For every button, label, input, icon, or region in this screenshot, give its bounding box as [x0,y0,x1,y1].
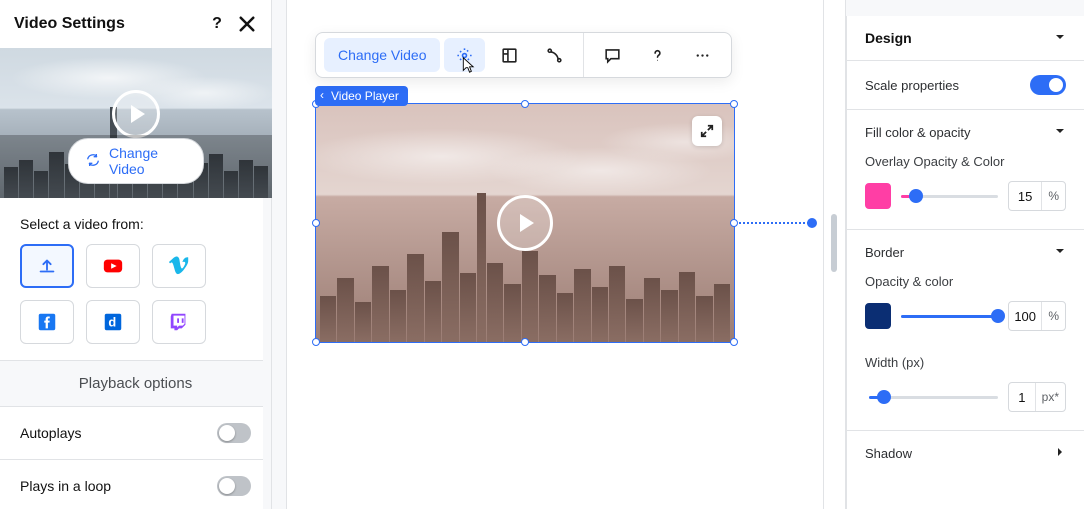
option-autoplays: Autoplays [0,407,271,460]
border-opacity-label: Opacity & color [847,264,1084,293]
overlay-color-swatch[interactable] [865,183,891,209]
source-youtube[interactable] [86,244,140,288]
shadow-section-label: Shadow [865,446,912,461]
source-twitch[interactable] [152,300,206,344]
expand-button[interactable] [692,116,722,146]
selection-breadcrumb-chip[interactable]: Video Player [315,86,408,106]
option-autoplays-label: Autoplays [20,425,81,441]
floating-toolbar: Change Video [315,32,732,78]
border-opacity-slider[interactable] [901,306,998,326]
option-loop: Plays in a loop [0,460,271,509]
toolbar-help-button[interactable] [637,38,678,72]
overlay-label: Overlay Opacity & Color [847,144,1084,173]
video-sources-grid: d [0,244,271,360]
border-width-label: Width (px) [847,345,1084,374]
alignment-guide [735,222,809,224]
svg-text:d: d [108,315,116,330]
playback-options-header: Playback options [0,360,271,407]
resize-handle[interactable] [521,100,529,108]
fill-section-label: Fill color & opacity [865,125,970,140]
video-player-element [316,104,734,342]
resize-handle[interactable] [312,219,320,227]
play-icon[interactable] [497,195,553,251]
option-loop-label: Plays in a loop [20,478,111,494]
toolbar-settings-button[interactable] [444,38,485,72]
video-preview-thumbnail: Change Video [0,48,272,198]
resize-handle[interactable] [521,338,529,346]
toolbar-more-button[interactable] [682,38,723,72]
video-settings-panel: Video Settings ? [0,0,272,509]
resize-handle[interactable] [730,338,738,346]
scale-properties-label: Scale properties [865,78,959,93]
design-section-header: Design [865,30,912,46]
select-source-label: Select a video from: [0,198,271,244]
chevron-right-icon[interactable] [1054,445,1066,461]
toolbar-layout-button[interactable] [489,38,530,72]
play-icon[interactable] [112,90,160,138]
overlay-opacity-slider[interactable] [901,186,998,206]
border-width-input[interactable]: 1 px* [1008,382,1066,412]
change-video-button[interactable]: Change Video [68,138,204,184]
resize-handle[interactable] [312,338,320,346]
toolbar-comment-button[interactable] [592,38,633,72]
resize-handle[interactable] [730,219,738,227]
source-vimeo[interactable] [152,244,206,288]
scale-properties-toggle[interactable] [1030,75,1066,95]
chevron-down-icon[interactable] [1054,124,1066,140]
border-opacity-input[interactable]: 100 % [1008,301,1066,331]
toolbar-animation-button[interactable] [534,38,575,72]
source-upload[interactable] [20,244,74,288]
editor-canvas[interactable]: Change Video [272,0,846,509]
refresh-icon [85,152,101,171]
source-dailymotion[interactable]: d [86,300,140,344]
overlay-opacity-input[interactable]: 15 % [1008,181,1066,211]
source-facebook[interactable] [20,300,74,344]
close-icon[interactable] [237,14,257,34]
loop-toggle[interactable] [217,476,251,496]
design-panel: Design Scale properties Fill color & opa… [846,0,1084,509]
alignment-guide-handle[interactable] [807,218,817,228]
toolbar-change-video-button[interactable]: Change Video [324,38,440,72]
help-icon[interactable]: ? [207,15,227,33]
change-video-label: Change Video [109,145,187,177]
chevron-down-icon[interactable] [1054,30,1066,46]
border-section-label: Border [865,245,904,260]
panel-title: Video Settings [14,15,125,33]
border-color-swatch[interactable] [865,303,891,329]
chevron-down-icon[interactable] [1054,244,1066,260]
video-element-selection[interactable] [315,103,735,343]
autoplays-toggle[interactable] [217,423,251,443]
scrollbar-handle[interactable] [831,214,837,272]
resize-handle[interactable] [730,100,738,108]
border-width-slider[interactable] [869,387,998,407]
